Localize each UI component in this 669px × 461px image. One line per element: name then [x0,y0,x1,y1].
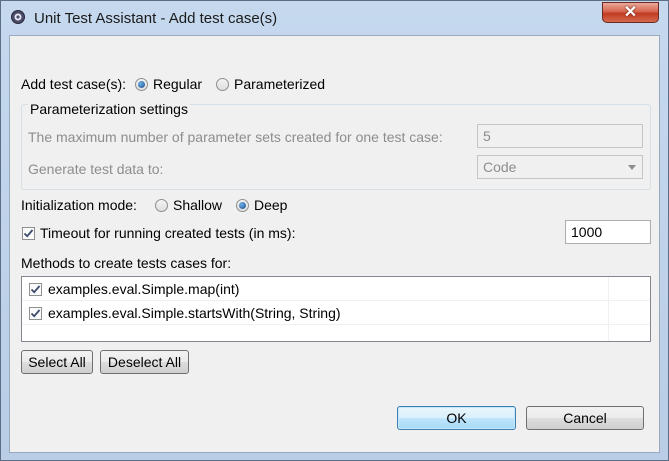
timeout-checkbox[interactable] [22,227,35,240]
dialog-window: Unit Test Assistant - Add test case(s) ✕… [0,0,669,461]
checkmark-icon [30,309,41,318]
deep-radio-label[interactable]: Deep [254,197,287,213]
title-bar[interactable]: Unit Test Assistant - Add test case(s) ✕ [1,1,668,35]
generate-test-data-select[interactable]: Code [477,155,643,179]
window-title: Unit Test Assistant - Add test case(s) [34,10,278,27]
parameterized-radio[interactable] [216,78,229,91]
cancel-button[interactable]: Cancel [526,406,644,430]
close-icon: ✕ [623,4,638,21]
dialog-body: Add test case(s): Regular Parameterized … [9,35,660,453]
initialization-mode-label: Initialization mode: [21,197,137,213]
method-checkbox[interactable] [29,307,42,320]
timeout-input[interactable]: 1000 [565,220,651,244]
ok-button[interactable]: OK [397,406,516,430]
select-all-button[interactable]: Select All [21,350,93,374]
table-row[interactable]: examples.eval.Simple.map(int) [22,277,650,301]
method-name: examples.eval.Simple.map(int) [48,281,240,297]
parameterization-group-title: Parameterization settings [28,101,190,117]
deselect-all-button[interactable]: Deselect All [100,350,189,374]
parameterized-radio-label[interactable]: Parameterized [234,76,325,92]
checkmark-icon [30,285,41,294]
deep-radio[interactable] [236,199,249,212]
timeout-label[interactable]: Timeout for running created tests (in ms… [40,225,295,241]
max-parameter-sets-label: The maximum number of parameter sets cre… [28,129,443,145]
generate-test-data-label: Generate test data to: [28,161,164,177]
method-checkbox[interactable] [29,283,42,296]
regular-radio[interactable] [135,78,148,91]
max-parameter-sets-field[interactable]: 5 [477,124,643,148]
add-test-cases-label: Add test case(s): [21,76,127,92]
chevron-down-icon [628,165,636,170]
method-name: examples.eval.Simple.startsWith(String, … [48,305,341,321]
shallow-radio-label[interactable]: Shallow [173,197,222,213]
generate-test-data-value: Code [483,159,517,175]
checkmark-icon [23,229,34,238]
app-gear-icon [11,10,25,24]
regular-radio-label[interactable]: Regular [153,76,202,92]
column-divider [608,277,609,341]
table-row[interactable]: examples.eval.Simple.startsWith(String, … [22,301,650,325]
shallow-radio[interactable] [155,199,168,212]
methods-label: Methods to create tests cases for: [21,255,232,271]
methods-table: examples.eval.Simple.map(int) examples.e… [21,276,651,342]
close-button[interactable]: ✕ [602,2,659,23]
